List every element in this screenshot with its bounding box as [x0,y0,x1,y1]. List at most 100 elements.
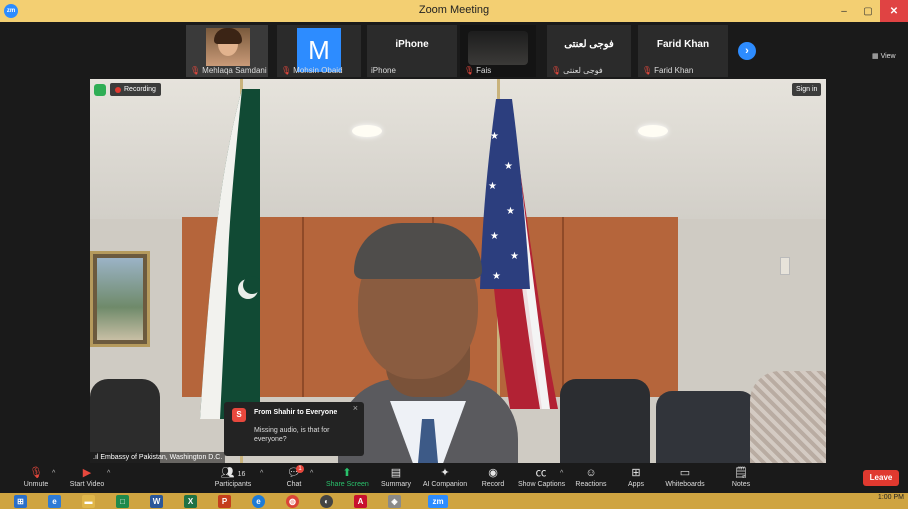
system-tray: 1:00 PM [878,494,904,501]
participant-name: 🎙︎ فوجی لعنتی [551,66,603,75]
unmute-button[interactable]: 🎙︎ Unmute [20,466,52,492]
chat-notification[interactable]: S From Shahir to Everyone × Missing audi… [224,402,364,456]
chevron-right-icon[interactable]: › [738,42,756,60]
share-screen-button[interactable]: ⬆︎ Share Screen [326,466,369,492]
show-captions-button[interactable]: ㏄ Show Captions [518,466,565,492]
svg-text:★: ★ [506,206,515,217]
muted-mic-icon: 🎙︎ [190,66,201,75]
leave-button[interactable]: Leave [863,470,899,486]
participant-video [468,31,528,65]
zoom-meeting-window: zm Zoom Meeting – ▢ ✕ ✋ 🎙︎Mehlaqa Samdan… [0,0,908,509]
muted-mic-icon: 🎙︎ [642,66,653,75]
acrobat-icon[interactable]: A [354,495,367,508]
participant-tile[interactable]: 🎙︎ Mehlaqa Samdani [186,25,268,77]
whiteboards-button[interactable]: ▭ Whiteboards [664,466,706,492]
window-controls: – ▢ ✕ [832,0,908,22]
record-icon: ◉ [488,467,498,479]
video-off-icon: ▶︎ [82,467,92,479]
participant-tile[interactable]: 🎙︎ Fais [460,25,536,77]
browser-icon[interactable]: e [48,495,61,508]
title-bar: zm Zoom Meeting – ▢ ✕ [0,0,908,22]
participant-video [206,28,250,66]
app-icon[interactable]: ◐ [320,495,333,508]
maximize-button[interactable]: ▢ [856,0,880,22]
whiteboard-icon: ▭ [679,467,691,479]
chevron-up-icon[interactable]: ^ [310,470,313,477]
reactions-icon: ☺ [585,467,597,479]
record-dot-icon [115,86,121,93]
pakistan-flag [200,89,260,419]
participant-name: 🎙︎ Mehlaqa Samdani [190,66,267,75]
zoom-taskbar-icon[interactable]: zm [428,495,448,508]
os-taskbar: ⊞ e ▬ □ W X P e ◍ ◐ A ◈ zm 1:00 PM [0,493,908,509]
window-title: Zoom Meeting [418,4,490,16]
windows-start-icon[interactable]: ⊞ [14,495,27,508]
svg-text:★: ★ [490,231,499,242]
apps-button[interactable]: ⊞ Apps [625,466,647,492]
participant-tile[interactable]: iPhone iPhone [367,25,457,77]
chat-message: Missing audio, is that for everyone? [254,427,330,443]
participant-name: 🎙︎ Farid Khan [642,66,694,75]
share-screen-icon: ⬆︎ [342,467,352,479]
participants-button[interactable]: 👥︎ 16 Participants [213,466,253,492]
sign-in-button[interactable]: Sign in [792,83,822,96]
participant-display-name: Farid Khan [656,39,710,50]
participant-name: iPhone [371,66,396,75]
record-button[interactable]: ◉ Record [481,466,505,492]
captions-icon: ㏄ [535,467,547,479]
participant-tile[interactable]: Farid Khan 🎙︎ Farid Khan [638,25,728,77]
participant-tile[interactable]: فوجی لعنتی 🎙︎ فوجی لعنتی [547,25,631,77]
svg-text:★: ★ [504,161,513,172]
muted-mic-icon: 🎙︎ [551,66,562,75]
notes-icon: 🗒︎ [734,467,748,479]
muted-mic-icon: 🎙︎ [464,66,475,75]
wall-painting [90,251,150,347]
folder-icon[interactable]: ▬ [82,495,95,508]
excel-icon[interactable]: X [184,495,197,508]
participant-display-name: iPhone [395,39,429,50]
chrome-icon[interactable]: ◍ [286,495,299,508]
reactions-button[interactable]: ☺ Reactions [575,466,607,492]
recording-badge[interactable]: Recording [110,83,161,96]
svg-text:★: ★ [492,271,501,282]
muted-mic-icon: 🎙︎ [281,66,292,75]
ai-companion-button[interactable]: ✦ AI Companion [422,466,468,492]
grid-icon: ▦ [872,53,881,60]
speaker-name-label: .ıl Embassy of Pakistan, Washington D.C. [90,452,226,463]
summary-button[interactable]: ▤ Summary [380,466,412,492]
active-speaker-video: ★ ★ ★ ★ ★ ★ ★ [90,79,826,463]
app-icon[interactable]: □ [116,495,129,508]
close-button[interactable]: ✕ [880,0,908,22]
sparkle-icon: ✦ [440,467,450,479]
participant-display-name: فوجی لعنتی [564,39,614,50]
chevron-up-icon[interactable]: ^ [107,470,110,477]
app-icon[interactable]: ◈ [388,495,401,508]
view-button[interactable]: ▦ View [872,52,896,60]
apps-icon: ⊞ [631,467,641,479]
muted-mic-icon: 🎙︎ [29,467,43,479]
minimize-button[interactable]: – [832,0,856,22]
participant-name: 🎙︎ Mohsin Obaid [281,66,343,75]
participants-strip: ✋ 🎙︎Mehlaqa Samdani M 🎙︎Mohsin Obaid iPh… [0,22,908,78]
notes-button[interactable]: 🗒︎ Notes [730,466,752,492]
participants-icon: 👥︎ 16 [220,467,246,479]
chat-unread-badge: 1 [296,465,304,473]
participant-tile[interactable]: M 🎙︎ Mohsin Obaid [277,25,361,77]
svg-text:★: ★ [490,131,499,142]
chat-sender: From Shahir to Everyone [254,409,338,416]
start-video-button[interactable]: ▶︎ Start Video [66,466,108,492]
security-shield-icon[interactable] [94,83,106,96]
participant-name: 🎙︎ Fais [464,66,492,75]
chevron-up-icon[interactable]: ^ [560,470,563,477]
word-icon[interactable]: W [150,495,163,508]
clock-time: 1:00 PM [877,494,904,501]
svg-text:★: ★ [488,181,497,192]
powerpoint-icon[interactable]: P [218,495,231,508]
chevron-up-icon[interactable]: ^ [260,470,263,477]
edge-icon[interactable]: e [252,495,265,508]
chevron-up-icon[interactable]: ^ [52,470,55,477]
svg-text:★: ★ [510,251,519,262]
meeting-toolbar: 🎙︎ Unmute ^ ▶︎ Start Video ^ 👥︎ 16 Parti… [0,464,908,492]
avatar: S [232,408,246,422]
close-icon[interactable]: × [353,403,358,413]
